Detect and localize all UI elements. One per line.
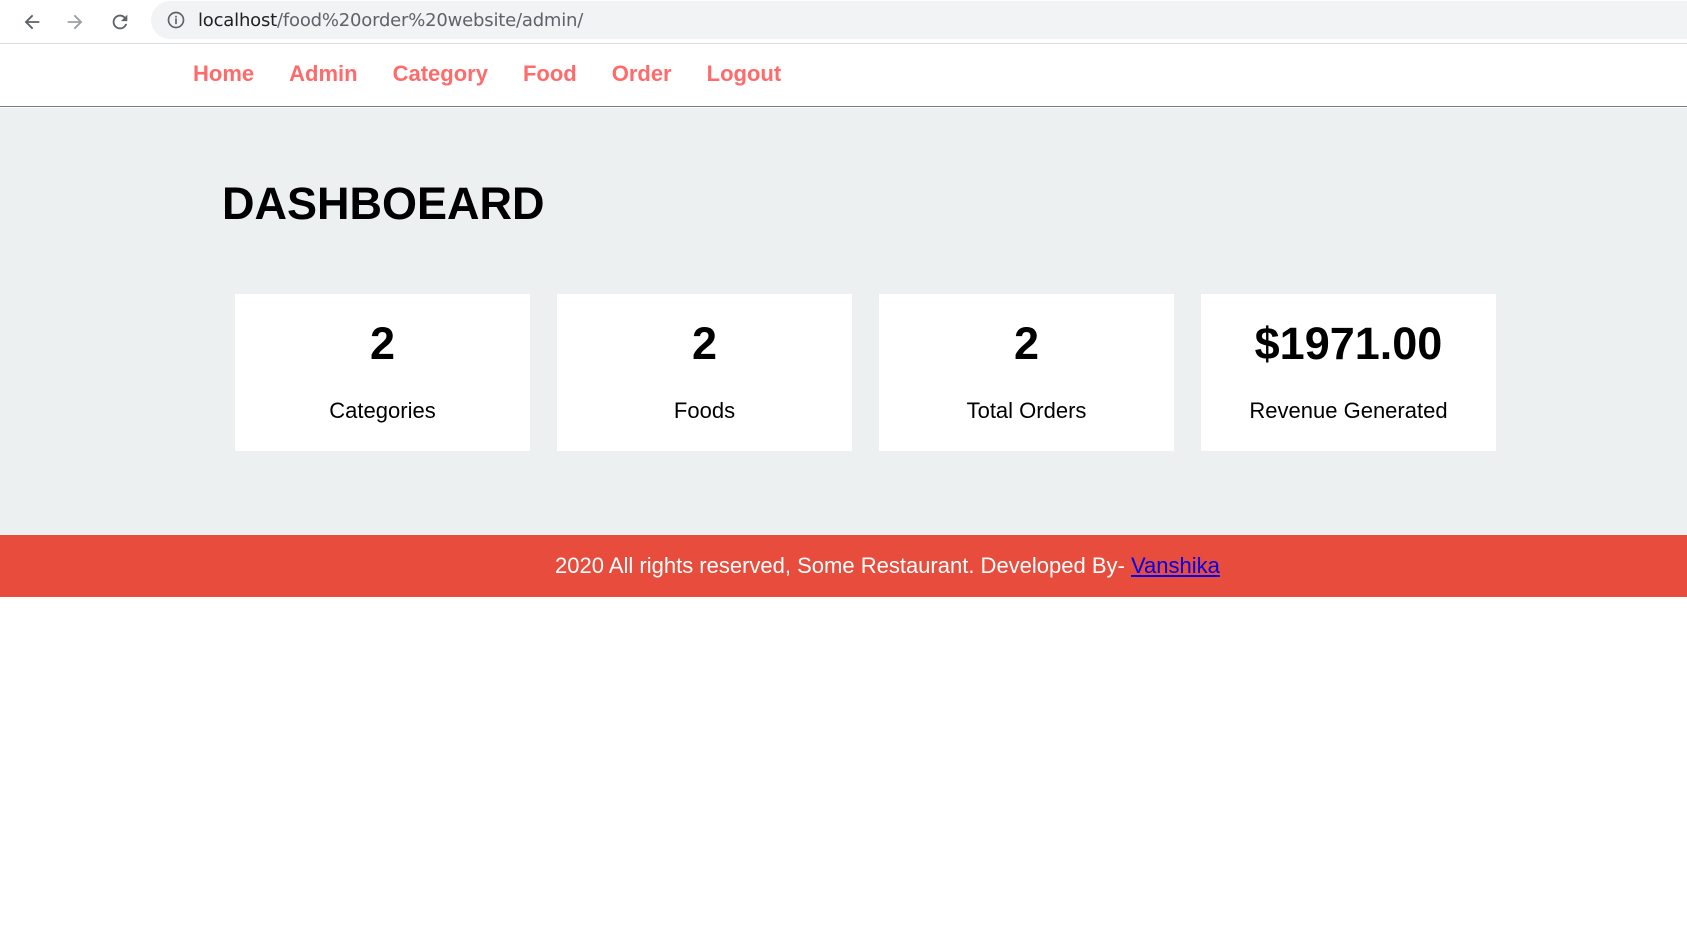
url-text: localhost/food%20order%20website/admin/ [198,10,583,31]
arrow-right-icon [67,14,83,30]
stat-card-foods: 2 Foods [557,294,852,451]
footer-text: 2020 All rights reserved, Some Restauran… [555,553,1131,578]
menu-item-logout: Logout [707,61,782,87]
menu-list: Home Admin Category Food Order Logout [193,61,816,87]
site-menu: Home Admin Category Food Order Logout [0,45,1687,107]
reload-icon [112,14,128,30]
main-content: DASHBOEARD 2 Categories 2 Foods 2 Total … [0,108,1687,535]
forward-button[interactable] [57,4,93,40]
menu-item-food: Food [523,61,577,87]
arrow-left-icon [24,14,40,30]
menu-link-home[interactable]: Home [193,61,254,86]
menu-item-admin: Admin [289,61,357,87]
stat-value: 2 [1013,318,1040,369]
stat-value: $1971.00 [1254,318,1443,369]
menu-link-food[interactable]: Food [523,61,577,86]
stat-label: Total Orders [966,398,1087,423]
stat-value: 2 [369,318,396,369]
menu-item-category: Category [393,61,488,87]
footer-text-container: 2020 All rights reserved, Some Restauran… [555,553,1220,579]
info-icon[interactable] [166,10,186,30]
menu-item-home: Home [193,61,254,87]
browser-toolbar: localhost/food%20order%20website/admin/ [0,0,1687,44]
stat-card-categories: 2 Categories [235,294,530,451]
developer-link[interactable]: Vanshika [1131,553,1220,578]
menu-link-admin[interactable]: Admin [289,61,357,86]
url-host: localhost [198,9,277,31]
stat-label: Categories [329,398,436,423]
stat-card-revenue: $1971.00 Revenue Generated [1201,294,1496,451]
back-button[interactable] [14,4,50,40]
footer: 2020 All rights reserved, Some Restauran… [0,535,1687,597]
stat-label: Revenue Generated [1249,398,1448,423]
url-path: /food%20order%20website/admin/ [277,9,584,31]
stat-card-total-orders: 2 Total Orders [879,294,1174,451]
menu-link-logout[interactable]: Logout [707,61,782,86]
menu-link-category[interactable]: Category [393,61,488,86]
page-title: DASHBOEARD [222,178,545,229]
stat-value: 2 [691,318,718,369]
menu-item-order: Order [612,61,672,87]
stat-label: Foods [673,398,736,423]
reload-button[interactable] [102,4,138,40]
address-bar[interactable]: localhost/food%20order%20website/admin/ [151,1,1687,39]
menu-link-order[interactable]: Order [612,61,672,86]
